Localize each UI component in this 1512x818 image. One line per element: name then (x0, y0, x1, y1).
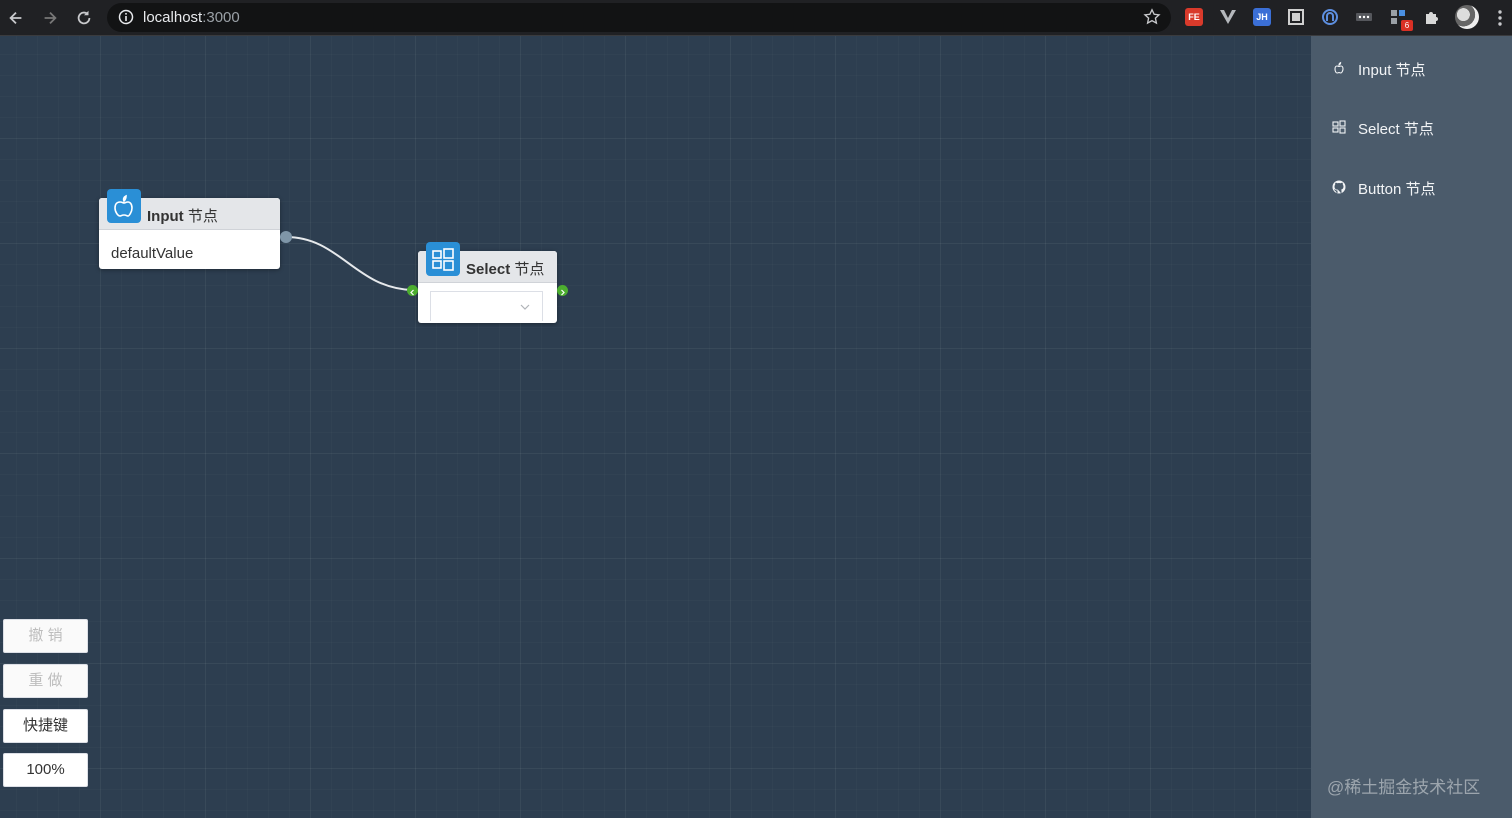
input-node-header[interactable]: Input 节点 (99, 189, 280, 230)
browser-toolbar: localhost:3000 FE JH 6 (0, 0, 1512, 36)
square-extension-icon[interactable] (1287, 8, 1305, 26)
windows-icon (1332, 120, 1346, 134)
shortcuts-button[interactable]: 快捷键 (3, 709, 88, 743)
input-node-value[interactable]: defaultValue (111, 245, 193, 262)
input-node-title: Input 节点 (147, 205, 218, 226)
address-bar[interactable]: localhost:3000 (107, 3, 1171, 32)
input-node-title-en: Input (147, 208, 184, 225)
vue-devtools-icon[interactable] (1219, 8, 1237, 26)
avatar[interactable] (1455, 5, 1479, 29)
github-icon (1332, 180, 1346, 194)
bookmark-star-icon[interactable] (1143, 8, 1161, 26)
select-node-header[interactable]: Select 节点 (418, 242, 557, 283)
apple-icon (107, 189, 141, 223)
back-icon[interactable] (5, 7, 27, 29)
select-node-title-en: Select (466, 261, 511, 278)
sidebar-item-label: Select 节点 (1358, 121, 1434, 138)
windows-icon (426, 242, 460, 276)
chevron-down-icon (520, 304, 530, 310)
dots-extension-icon[interactable] (1355, 8, 1373, 26)
menu-dots-icon[interactable] (1494, 7, 1506, 29)
watermark: @稀土掘金技术社区 (1327, 778, 1481, 797)
sidebar-item-label: Input 节点 (1358, 62, 1426, 79)
forward-icon[interactable] (39, 7, 61, 29)
select-dropdown[interactable] (430, 291, 543, 321)
hat-extension-icon[interactable] (1321, 8, 1339, 26)
apple-icon (1334, 61, 1344, 74)
connection-edge (285, 236, 413, 291)
node-palette-sidebar: Input 节点 Select 节点 Button 节点 (1311, 36, 1512, 818)
select-node-input-port[interactable] (407, 285, 418, 296)
url-port: :3000 (202, 9, 240, 26)
zoom-button[interactable]: 100% (3, 753, 88, 787)
puzzle-icon[interactable] (1423, 8, 1441, 26)
url-host: localhost (143, 9, 203, 26)
input-node-title-zh: 节点 (187, 208, 218, 225)
select-node-title-zh: 节点 (514, 261, 545, 278)
select-node-title: Select 节点 (466, 258, 544, 279)
sidebar-item-label: Button 节点 (1358, 181, 1436, 198)
info-icon[interactable] (118, 9, 134, 25)
input-node[interactable]: Input 节点 defaultValue (99, 189, 280, 269)
reload-icon[interactable] (73, 7, 95, 29)
select-node-output-port[interactable] (557, 285, 568, 296)
undo-button[interactable]: 撤 销 (3, 619, 88, 653)
input-node-output-port[interactable] (280, 231, 292, 243)
url-text: localhost:3000 (143, 9, 240, 26)
flow-canvas[interactable]: Input 节点 defaultValue Select 节点 撤 销 重 做 … (0, 36, 1311, 818)
extension-badge: 6 (1401, 20, 1413, 31)
select-node[interactable]: Select 节点 (418, 242, 557, 323)
jh-extension-icon[interactable]: JH (1253, 8, 1271, 26)
fe-extension-icon[interactable]: FE (1185, 8, 1203, 26)
redo-button[interactable]: 重 做 (3, 664, 88, 698)
